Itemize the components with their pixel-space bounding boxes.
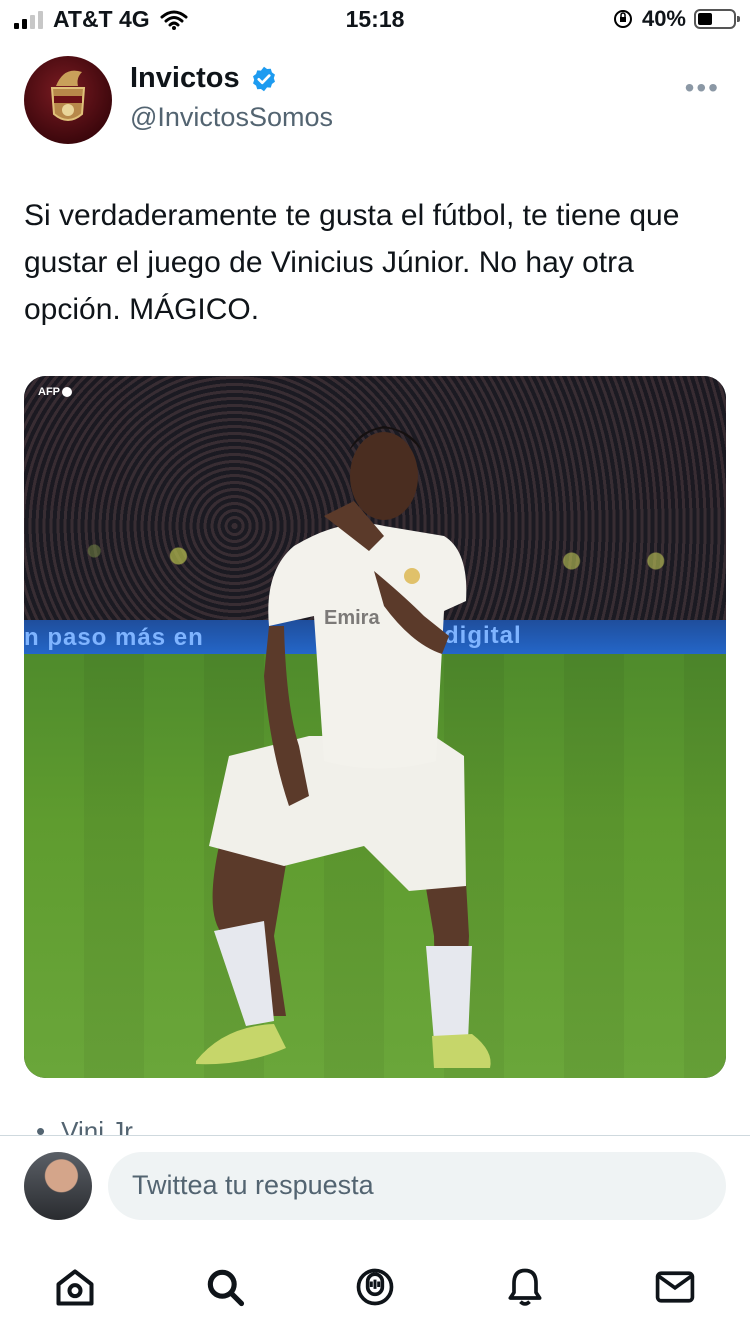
search-icon[interactable] (200, 1262, 250, 1312)
bottom-nav (0, 1248, 750, 1328)
battery-percent: 40% (641, 6, 686, 31)
author-name[interactable]: Invictos (130, 62, 240, 95)
tweet-text: Si verdaderamente te gusta el fútbol, te… (24, 199, 680, 326)
verified-badge-icon (252, 66, 275, 91)
crest-logo (50, 70, 86, 121)
player-figure: Emira (196, 426, 491, 1068)
status-right: 40% (612, 6, 740, 32)
author-name-row[interactable]: Invictos (130, 62, 278, 95)
battery-icon (694, 9, 740, 29)
more-icon[interactable]: ••• (685, 72, 720, 104)
svg-text:Emira: Emira (324, 607, 380, 629)
messages-icon[interactable] (650, 1262, 700, 1312)
topic-bullet: • (36, 1116, 46, 1136)
topic-label[interactable]: Vini Jr. (61, 1116, 139, 1136)
tweet-media-image[interactable]: n paso más en digital AFP Emira (24, 376, 726, 1078)
topic-chip[interactable]: • Vini Jr. (36, 1116, 139, 1136)
notifications-icon[interactable] (500, 1262, 550, 1312)
author-handle[interactable]: @InvictosSomos (130, 102, 333, 133)
spaces-icon[interactable] (350, 1262, 400, 1312)
status-bar: AT&T 4G 15:18 40% (0, 0, 750, 44)
reply-input[interactable]: Twittea tu respuesta (108, 1152, 726, 1220)
current-user-avatar[interactable] (24, 1152, 92, 1220)
home-icon[interactable] (50, 1262, 100, 1312)
author-avatar[interactable] (24, 56, 112, 144)
divider (0, 1135, 750, 1136)
reply-placeholder: Twittea tu respuesta (132, 1170, 374, 1200)
orientation-lock-icon (613, 10, 632, 28)
